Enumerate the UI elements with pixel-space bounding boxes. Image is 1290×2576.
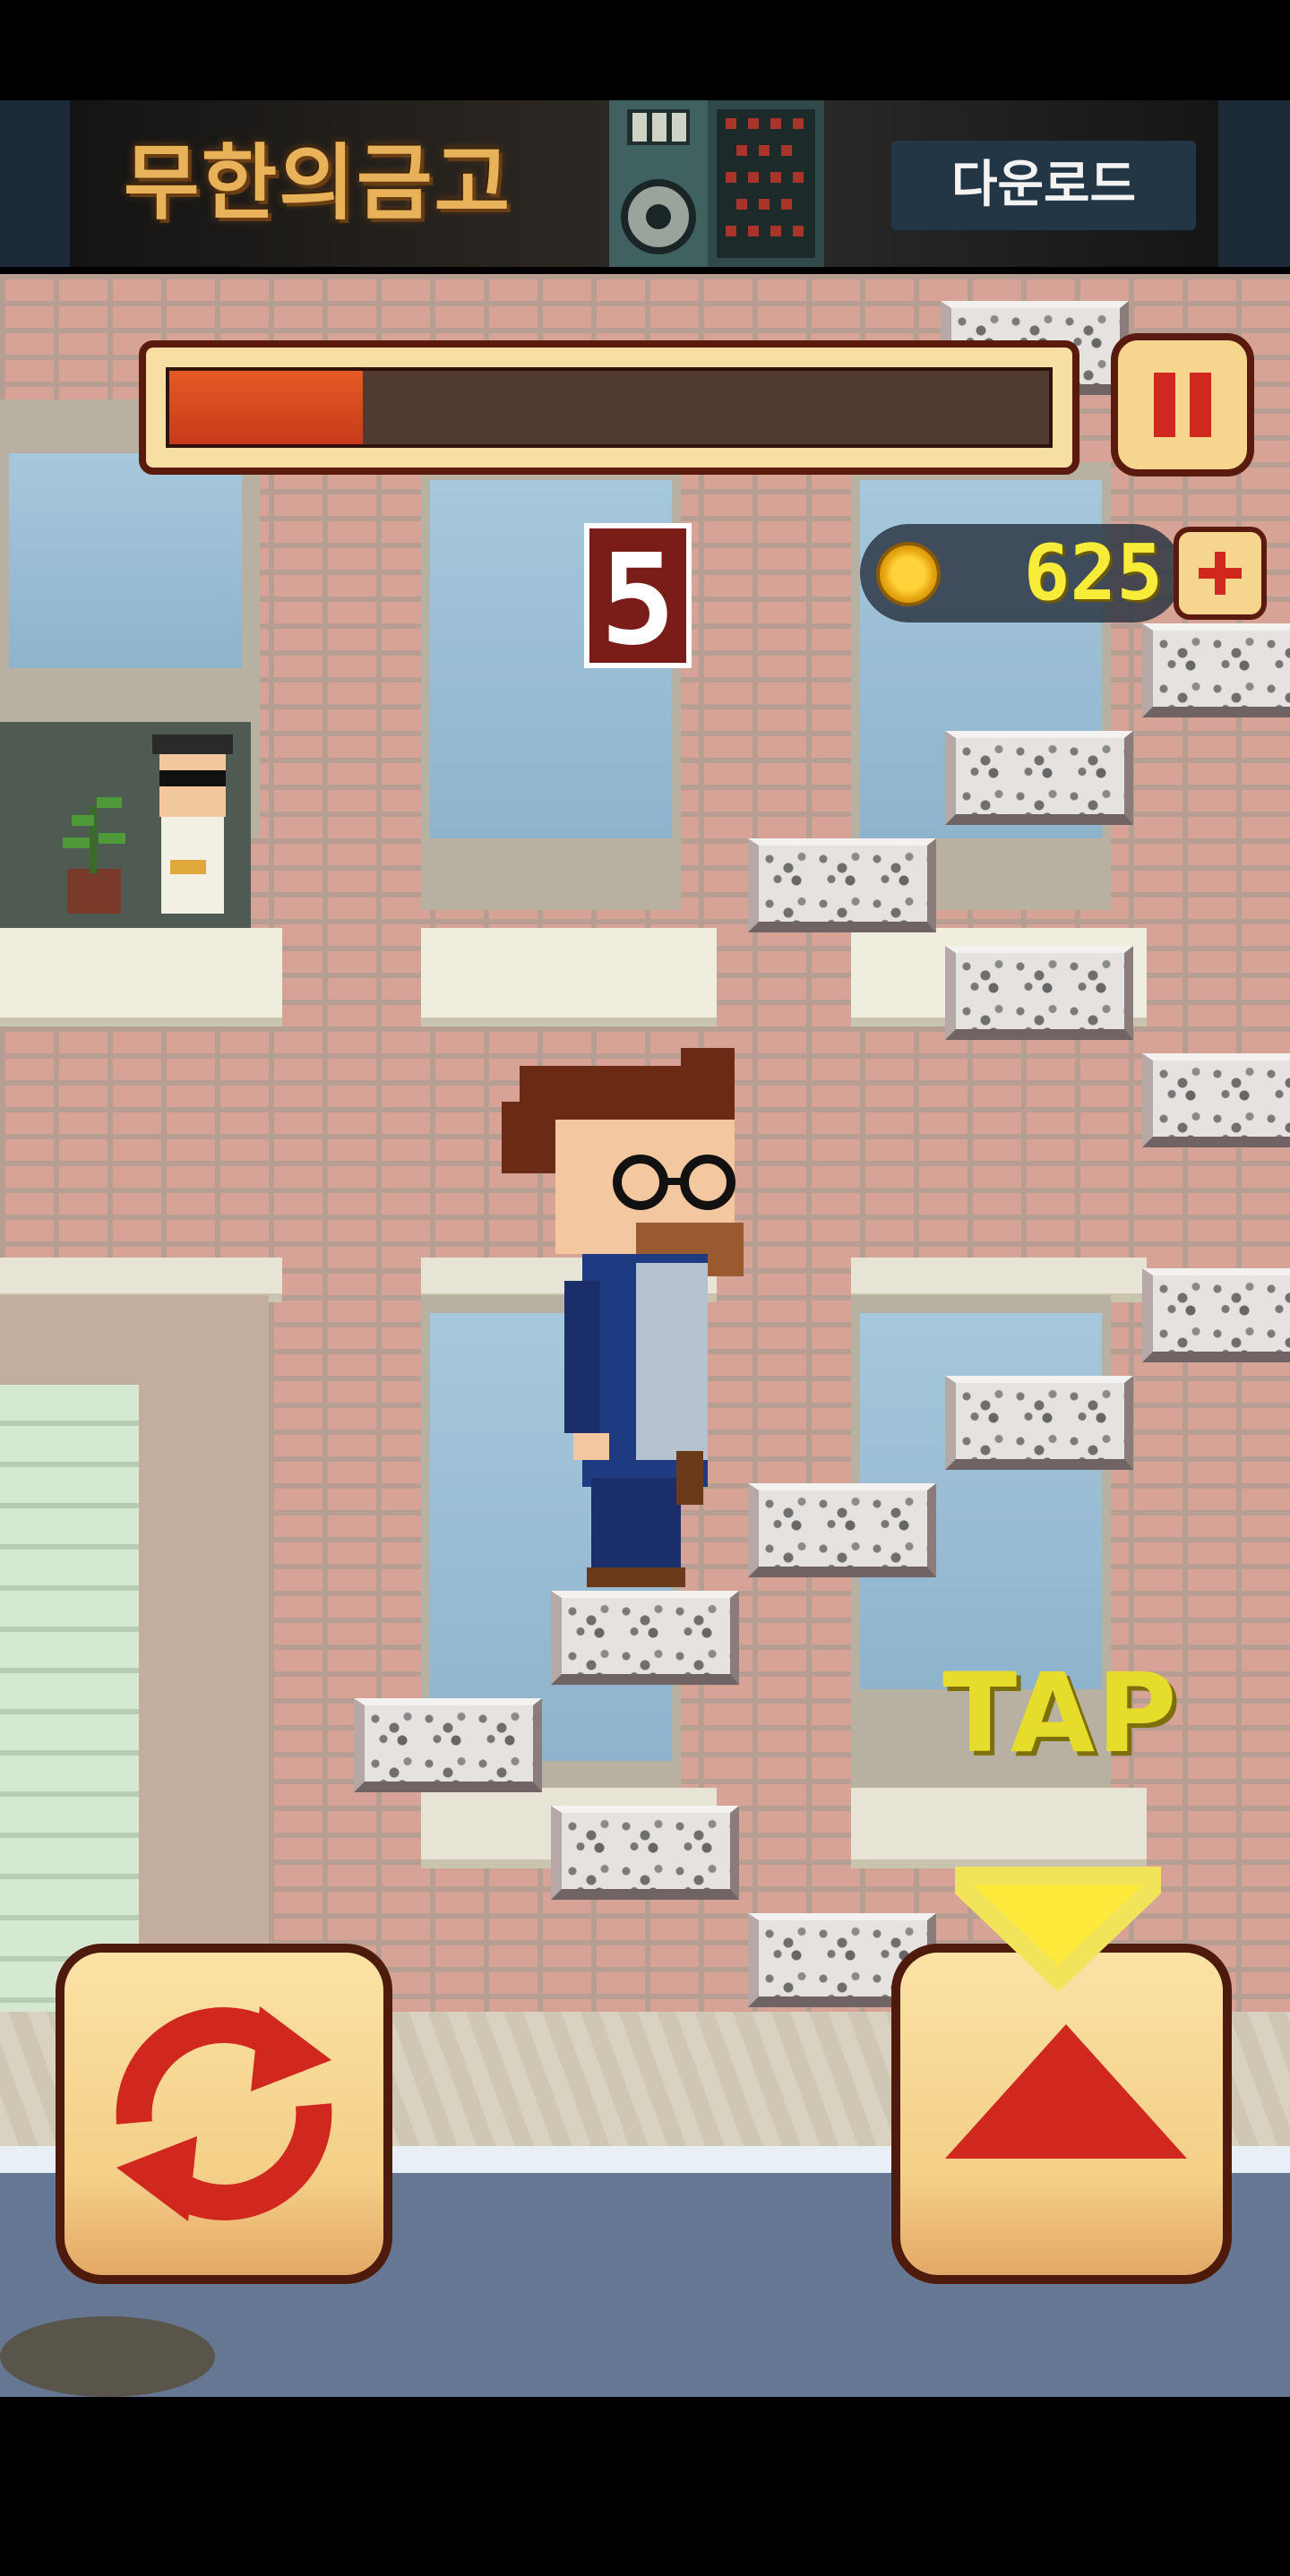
stair-step xyxy=(1142,623,1290,717)
stair-step xyxy=(354,1698,542,1792)
stair-step xyxy=(1142,1268,1290,1362)
ledge xyxy=(421,928,717,1026)
ledge xyxy=(851,1788,1147,1868)
shutter xyxy=(0,1385,139,2012)
neighbor-character-icon xyxy=(152,734,233,914)
score-counter: 5 xyxy=(584,523,692,674)
game-screen: 무한의금고 다운로드 5 625 TAP xyxy=(0,0,1290,2576)
manhole-cover xyxy=(0,2316,215,2397)
stair-step xyxy=(748,1483,936,1577)
stair-step xyxy=(1142,1053,1290,1147)
stair-step xyxy=(748,838,936,932)
pause-button[interactable] xyxy=(1111,333,1254,477)
ad-download-button[interactable]: 다운로드 xyxy=(891,141,1196,230)
stair-step xyxy=(945,731,1133,825)
ledge xyxy=(0,928,282,1026)
coin-panel: 625 xyxy=(860,524,1182,623)
ad-content[interactable]: 무한의금고 다운로드 xyxy=(70,100,1218,267)
tap-hint: TAP xyxy=(942,1650,1179,1777)
stair-step xyxy=(945,946,1133,1040)
add-coins-button[interactable] xyxy=(1174,527,1267,620)
ad-title: 무한의금고 xyxy=(124,135,512,231)
up-arrow-icon xyxy=(945,2024,1187,2159)
timer-track xyxy=(166,367,1053,448)
switch-direction-button[interactable] xyxy=(56,1944,392,2284)
stair-step xyxy=(945,1376,1133,1470)
vault-safe-icon xyxy=(609,100,824,267)
pause-icon xyxy=(1154,373,1211,437)
timer-fill xyxy=(169,371,364,444)
coin-icon xyxy=(876,542,941,606)
window-pane xyxy=(9,453,242,668)
ad-banner[interactable]: 무한의금고 다운로드 xyxy=(0,100,1290,374)
plus-icon xyxy=(1199,552,1242,595)
stair-step-current xyxy=(551,1591,739,1685)
timer-bar xyxy=(139,340,1079,475)
switch-direction-icon xyxy=(116,2006,332,2221)
stair-step xyxy=(551,1806,739,1900)
coin-count: 625 xyxy=(1023,528,1163,618)
player-character-icon xyxy=(502,1048,744,1587)
tap-arrow-icon xyxy=(955,1867,1161,1992)
climb-button[interactable] xyxy=(891,1944,1232,2284)
potted-plant-icon xyxy=(63,797,125,914)
